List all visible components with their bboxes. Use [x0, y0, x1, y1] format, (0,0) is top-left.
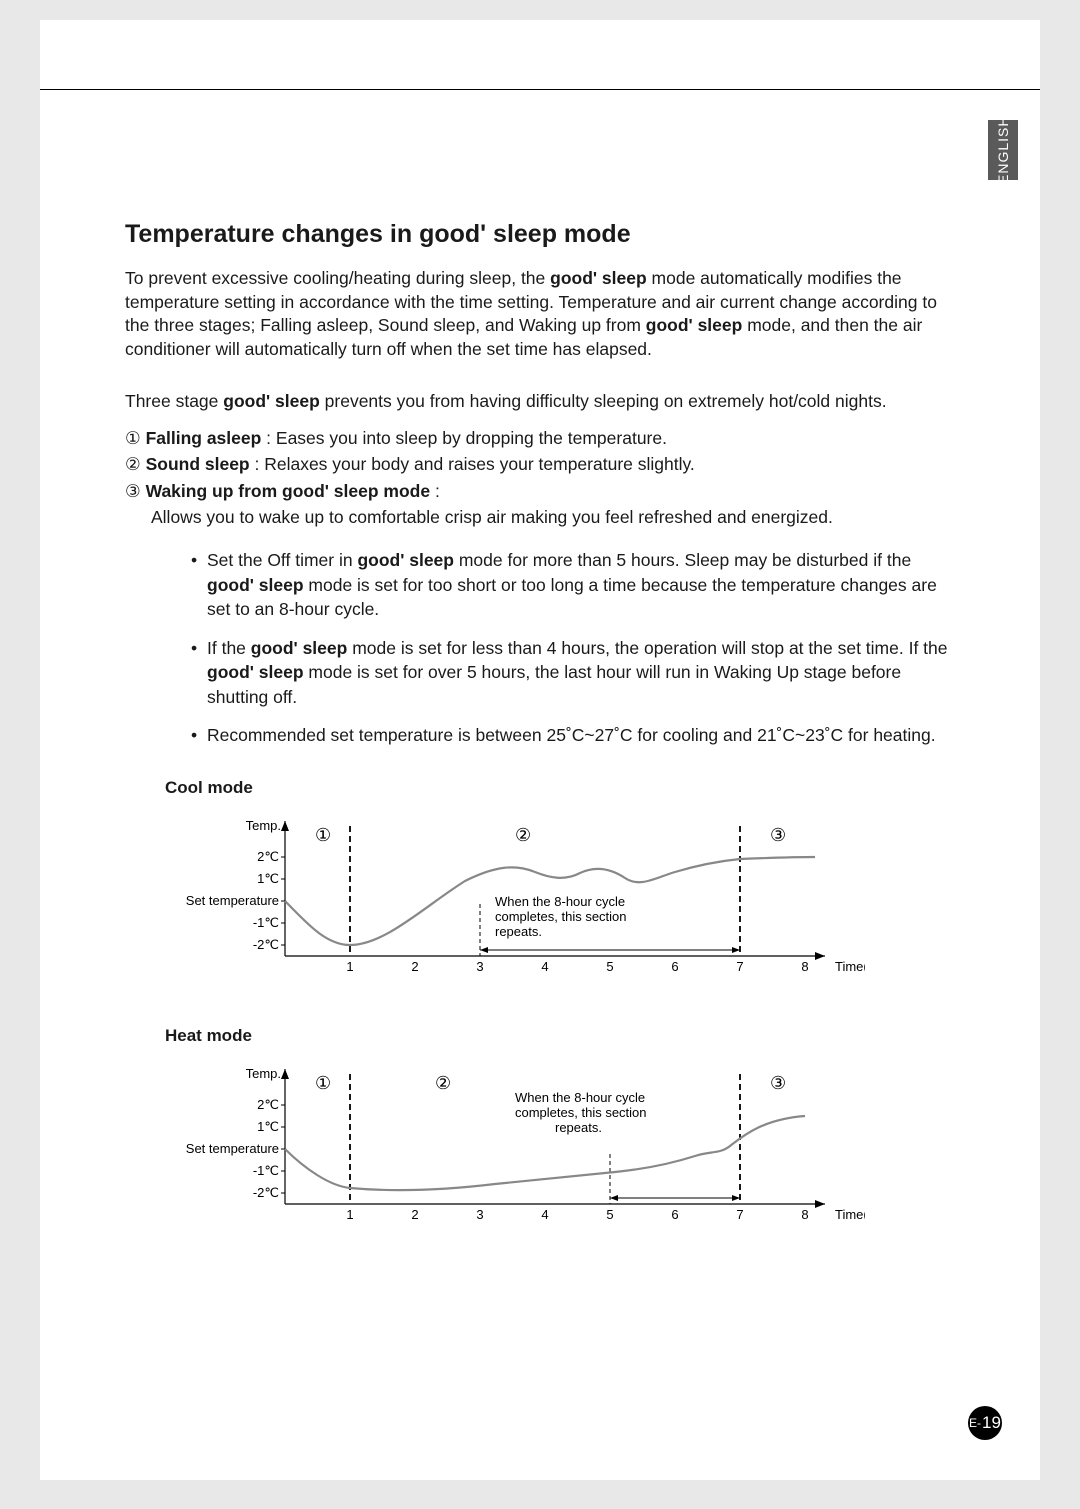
- svg-text:②: ②: [515, 825, 531, 845]
- cool-chart: 2℃ 1℃ Set temperature -1℃ -2℃ Temp.: [165, 806, 865, 996]
- stage-3-detail: Allows you to wake up to comfortable cri…: [125, 504, 955, 530]
- svg-text:4: 4: [541, 1207, 548, 1222]
- svg-text:①: ①: [315, 1073, 331, 1093]
- svg-text:1: 1: [346, 959, 353, 974]
- text: : Relaxes your body and raises your temp…: [250, 454, 695, 474]
- chart-title-cool: Cool mode: [165, 778, 955, 798]
- stage-3: ③ Waking up from good' sleep mode :: [125, 478, 955, 504]
- page-prefix: E-: [969, 1416, 981, 1430]
- intro-paragraph: To prevent excessive cooling/heating dur…: [125, 267, 955, 362]
- svg-text:5: 5: [606, 1207, 613, 1222]
- svg-text:8: 8: [801, 1207, 808, 1222]
- language-tab: ENGLISH: [988, 120, 1018, 180]
- svg-text:2: 2: [411, 959, 418, 974]
- svg-text:③: ③: [770, 825, 786, 845]
- circled-number: ②: [125, 454, 141, 474]
- brand-text: good' sleep: [550, 268, 647, 288]
- text: mode is set for too short or too long a …: [207, 575, 937, 620]
- text: prevents you from having difficulty slee…: [320, 391, 887, 411]
- sub-paragraph: Three stage good' sleep prevents you fro…: [125, 390, 955, 414]
- text: :: [430, 481, 440, 501]
- text: Waking up from: [146, 481, 282, 501]
- svg-text:Time(hr.): Time(hr.): [835, 1207, 865, 1222]
- stage-1: ① Falling asleep : Eases you into sleep …: [125, 425, 955, 451]
- svg-text:3: 3: [476, 959, 483, 974]
- note-item: If the good' sleep mode is set for less …: [195, 636, 955, 710]
- svg-text:Temp.: Temp.: [246, 818, 281, 833]
- text: Three stage: [125, 391, 223, 411]
- circled-number: ③: [125, 481, 141, 501]
- chart-title-heat: Heat mode: [165, 1026, 955, 1046]
- svg-text:②: ②: [435, 1073, 451, 1093]
- brand-text: good' sleep: [419, 220, 557, 248]
- svg-text:8: 8: [801, 959, 808, 974]
- note-item: Recommended set temperature is between 2…: [195, 723, 955, 748]
- brand-text: good' sleep: [646, 315, 743, 335]
- svg-text:2℃: 2℃: [257, 1097, 279, 1112]
- text: mode for more than 5 hours. Sleep may be…: [454, 550, 911, 570]
- header-rule: [40, 20, 1040, 90]
- brand-text: good' sleep: [207, 662, 304, 682]
- title-pre: Temperature changes in: [125, 220, 419, 248]
- brand-text: good' sleep: [207, 575, 304, 595]
- svg-text:4: 4: [541, 959, 548, 974]
- text: mode is set for less than 4 hours, the o…: [347, 638, 947, 658]
- brand-text: good' sleep: [223, 391, 320, 411]
- svg-text:5: 5: [606, 959, 613, 974]
- brand-text: good' sleep: [282, 481, 379, 501]
- stage-label: Sound sleep: [146, 454, 250, 474]
- content-area: Temperature changes in good' sleep mode …: [40, 90, 1040, 1244]
- heat-chart: 2℃ 1℃ Set temperature -1℃ -2℃ Temp. 1: [165, 1054, 865, 1244]
- page-number-badge: E-19: [968, 1406, 1002, 1440]
- stage-label: Waking up from good' sleep mode: [146, 481, 431, 501]
- svg-text:Time(hr.): Time(hr.): [835, 959, 865, 974]
- circled-number: ①: [125, 428, 141, 448]
- svg-text:2: 2: [411, 1207, 418, 1222]
- svg-text:-2℃: -2℃: [253, 937, 279, 952]
- svg-text:Set temperature: Set temperature: [186, 1141, 279, 1156]
- svg-text:③: ③: [770, 1073, 786, 1093]
- text: : Eases you into sleep by dropping the t…: [261, 428, 667, 448]
- stage-2: ② Sound sleep : Relaxes your body and ra…: [125, 451, 955, 477]
- brand-text: good' sleep: [251, 638, 348, 658]
- page-num: 19: [982, 1413, 1001, 1433]
- stages-list: ① Falling asleep : Eases you into sleep …: [125, 425, 955, 530]
- svg-text:-2℃: -2℃: [253, 1185, 279, 1200]
- text: To prevent excessive cooling/heating dur…: [125, 268, 550, 288]
- page-title: Temperature changes in good' sleep mode: [125, 220, 955, 249]
- text: If the: [207, 638, 251, 658]
- svg-text:3: 3: [476, 1207, 483, 1222]
- svg-text:①: ①: [315, 825, 331, 845]
- svg-text:1℃: 1℃: [257, 1119, 279, 1134]
- note-item: Set the Off timer in good' sleep mode fo…: [195, 548, 955, 622]
- title-post: mode: [557, 220, 631, 248]
- svg-text:-1℃: -1℃: [253, 915, 279, 930]
- page: ENGLISH Temperature changes in good' sle…: [40, 20, 1040, 1480]
- svg-text:-1℃: -1℃: [253, 1163, 279, 1178]
- svg-text:When the 8-hour cyclecompletes: When the 8-hour cyclecompletes, this sec…: [495, 894, 627, 939]
- svg-text:1℃: 1℃: [257, 871, 279, 886]
- svg-text:6: 6: [671, 1207, 678, 1222]
- svg-text:6: 6: [671, 959, 678, 974]
- svg-text:2℃: 2℃: [257, 849, 279, 864]
- svg-text:7: 7: [736, 959, 743, 974]
- svg-text:1: 1: [346, 1207, 353, 1222]
- svg-text:When the 8-hour cyclecompletes: When the 8-hour cyclecompletes, this sec…: [515, 1090, 647, 1135]
- svg-text:7: 7: [736, 1207, 743, 1222]
- svg-text:Temp.: Temp.: [246, 1066, 281, 1081]
- text: mode is set for over 5 hours, the last h…: [207, 662, 901, 707]
- stage-label: Falling asleep: [146, 428, 262, 448]
- text: mode: [379, 481, 431, 501]
- cool-chart-section: Cool mode 2℃ 1℃ Set temperature -1℃ -2℃: [125, 778, 955, 1244]
- notes-list: Set the Off timer in good' sleep mode fo…: [125, 548, 955, 748]
- svg-text:Set temperature: Set temperature: [186, 893, 279, 908]
- brand-text: good' sleep: [357, 550, 454, 570]
- text: Set the Off timer in: [207, 550, 357, 570]
